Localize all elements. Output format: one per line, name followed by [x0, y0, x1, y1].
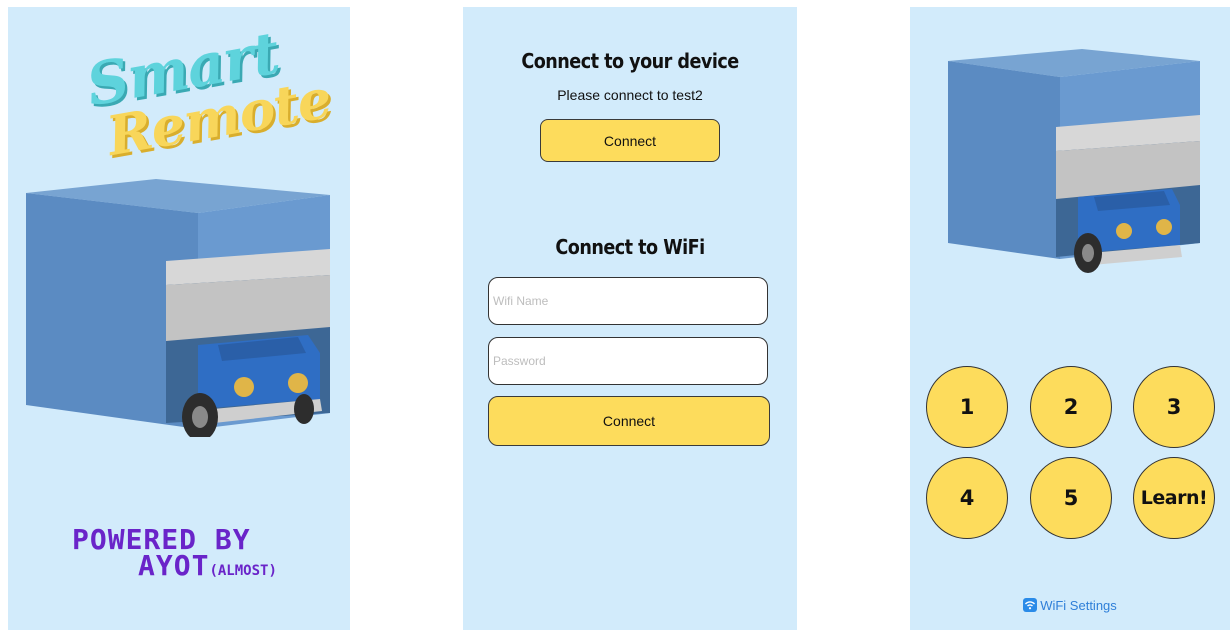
connect-wifi-button[interactable]: Connect: [488, 396, 770, 446]
wifi-settings-link[interactable]: WiFi Settings: [910, 598, 1230, 613]
wifi-title: Connect to WiFi: [555, 235, 705, 259]
remote-button-3[interactable]: 3: [1133, 366, 1215, 448]
wifi-icon: [1023, 598, 1038, 612]
connect-device-button[interactable]: Connect: [540, 119, 720, 162]
device-message: Please connect to test2: [557, 87, 703, 103]
splash-screen: Smart Remote POWERED BY AYOT(ALMOST): [8, 7, 350, 630]
wifi-name-input[interactable]: [488, 277, 768, 325]
remote-button-2[interactable]: 2: [1030, 366, 1112, 448]
garage-illustration: [948, 49, 1200, 273]
learn-button[interactable]: Learn!: [1133, 457, 1215, 539]
almost-text: (ALMOST): [209, 563, 277, 579]
garage-illustration: [26, 179, 330, 437]
remote-button-4[interactable]: 4: [926, 457, 1008, 539]
device-title: Connect to your device: [521, 49, 739, 73]
ayot-brand: AYOT(ALMOST): [60, 552, 330, 584]
wifi-settings-label: WiFi Settings: [1040, 598, 1117, 613]
remote-screen: 1 2 3 4 5 Learn! WiFi Settings: [910, 7, 1230, 630]
remote-button-1[interactable]: 1: [926, 366, 1008, 448]
remote-button-5[interactable]: 5: [1030, 457, 1112, 539]
ayot-text: AYOT: [138, 549, 210, 582]
connect-screen: Connect to your device Please connect to…: [463, 7, 797, 630]
password-input[interactable]: [488, 337, 768, 385]
powered-by-credit: POWERED BY AYOT(ALMOST): [60, 526, 330, 584]
smart-remote-logo: Smart Remote: [68, 19, 336, 175]
